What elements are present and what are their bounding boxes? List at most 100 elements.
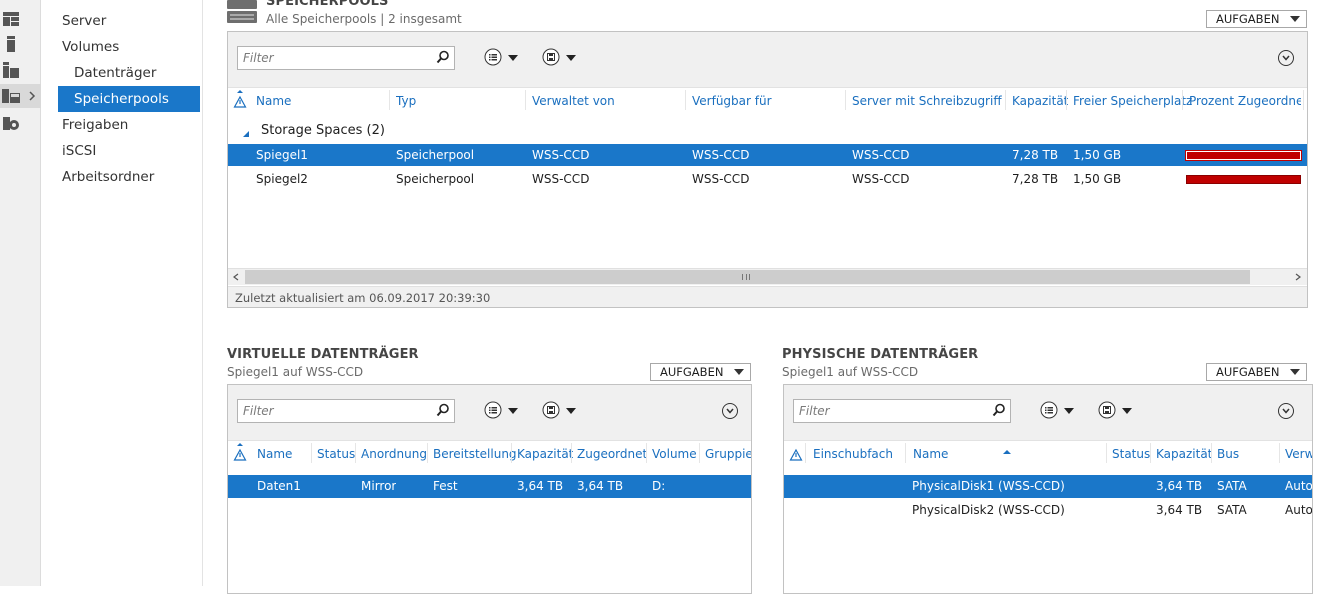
warning-icon[interactable] (233, 443, 247, 468)
virtual-tasks-button[interactable]: AUFGABEN (650, 363, 751, 381)
physical-filter-input[interactable]: Filter (793, 399, 1011, 423)
horizontal-scrollbar[interactable] (228, 268, 1307, 285)
col-header-layout[interactable]: Anordnung (361, 447, 427, 461)
section-subtitle-physical-disks: Spiegel1 auf WSS-CCD (782, 365, 919, 379)
column-divider[interactable] (1279, 443, 1280, 463)
col-header-percent-allocated[interactable]: Prozent Zugeordnet (1189, 94, 1301, 108)
cell-capacity: 3,64 TB (517, 479, 564, 493)
col-header-volume[interactable]: Volume (652, 447, 697, 461)
column-divider[interactable] (1303, 90, 1304, 110)
virtual-save-query-button[interactable] (542, 401, 582, 421)
column-divider[interactable] (1150, 443, 1151, 463)
local-server-icon[interactable] (1, 34, 21, 54)
col-header-capacity[interactable]: Kapazität (517, 447, 573, 461)
column-divider[interactable] (571, 443, 572, 463)
col-header-usage[interactable]: Verw (1285, 447, 1312, 461)
col-header-name[interactable]: Name (913, 447, 948, 461)
physical-save-query-button[interactable] (1098, 401, 1138, 421)
table-row[interactable]: Spiegel2 Speicherpool WSS-CCD WSS-CCD WS… (228, 168, 1307, 190)
column-divider[interactable] (1106, 443, 1107, 463)
nav-item-work-folders[interactable]: Arbeitsordner (62, 164, 154, 190)
search-icon[interactable] (992, 403, 1006, 420)
virtual-filter-input[interactable]: Filter (237, 399, 455, 423)
column-divider[interactable] (646, 443, 647, 463)
cell-write-server: WSS-CCD (852, 172, 910, 186)
virtual-expand-button[interactable] (722, 403, 738, 419)
status-bar: Zuletzt aktualisiert am 06.09.2017 20:39… (228, 286, 1307, 307)
col-header-slot[interactable]: Einschubfach (813, 447, 893, 461)
cell-name: Daten1 (257, 479, 301, 493)
column-divider[interactable] (1005, 90, 1006, 110)
file-storage-services-icon[interactable] (0, 84, 41, 108)
warning-icon[interactable] (789, 443, 803, 468)
col-header-allocated[interactable]: Zugeordnet (577, 447, 647, 461)
col-header-capacity[interactable]: Kapazität (1156, 447, 1212, 461)
pools-save-query-button[interactable] (542, 48, 582, 68)
nav-item-shares[interactable]: Freigaben (62, 112, 128, 138)
table-row[interactable]: Daten1 Mirror Fest 3,64 TB 3,64 TB D: (228, 475, 751, 498)
scroll-right-arrow-icon[interactable] (1292, 271, 1304, 283)
col-header-bus[interactable]: Bus (1217, 447, 1239, 461)
scrollbar-thumb[interactable] (245, 270, 1250, 284)
cell-managed-by: WSS-CCD (532, 172, 590, 186)
col-header-type[interactable]: Typ (396, 94, 416, 108)
physical-tasks-button[interactable]: AUFGABEN (1206, 363, 1307, 381)
column-divider[interactable] (511, 443, 512, 463)
pools-tasks-button[interactable]: AUFGABEN (1206, 10, 1307, 28)
filter-placeholder: Filter (799, 404, 830, 418)
table-row[interactable]: PhysicalDisk1 (WSS-CCD) 3,64 TB SATA Aut… (784, 475, 1312, 498)
pools-view-options-button[interactable] (484, 48, 524, 68)
physical-view-options-button[interactable] (1040, 401, 1080, 421)
search-icon[interactable] (436, 403, 450, 420)
list-options-icon (1040, 401, 1058, 422)
column-divider[interactable] (1066, 90, 1067, 110)
nav-item-storage-pools[interactable]: Speicherpools (58, 86, 200, 112)
section-subtitle-virtual-disks: Spiegel1 auf WSS-CCD (227, 365, 364, 379)
column-divider[interactable] (389, 90, 390, 110)
column-divider[interactable] (905, 443, 906, 463)
column-divider[interactable] (525, 90, 526, 110)
pools-expand-button[interactable] (1278, 50, 1294, 66)
table-row[interactable]: PhysicalDisk2 (WSS-CCD) 3,64 TB SATA Aut… (784, 499, 1312, 522)
cell-managed-by: WSS-CCD (532, 148, 590, 162)
cell-volume: D: (652, 479, 666, 493)
warning-icon[interactable] (233, 90, 247, 115)
column-divider[interactable] (1182, 90, 1183, 110)
virtual-view-options-button[interactable] (484, 401, 524, 421)
table-row[interactable]: Spiegel1 Speicherpool WSS-CCD WSS-CCD WS… (228, 144, 1307, 166)
column-divider[interactable] (699, 443, 700, 463)
col-header-write-server[interactable]: Server mit Schreibzugriff (852, 94, 1002, 108)
col-header-name[interactable]: Name (256, 94, 291, 108)
column-divider[interactable] (845, 90, 846, 110)
column-divider[interactable] (805, 443, 806, 463)
col-header-available-to[interactable]: Verfügbar für (692, 94, 772, 108)
iis-icon[interactable] (1, 113, 21, 133)
chevron-down-icon (726, 408, 734, 414)
search-icon[interactable] (436, 50, 450, 67)
physical-expand-button[interactable] (1278, 403, 1294, 419)
scroll-left-arrow-icon[interactable] (230, 271, 242, 283)
col-header-name[interactable]: Name (257, 447, 292, 461)
col-header-status[interactable]: Status (317, 447, 355, 461)
nav-item-iscsi[interactable]: iSCSI (62, 138, 96, 164)
column-divider[interactable] (1211, 443, 1212, 463)
col-header-provisioning[interactable]: Bereitstellung (433, 447, 517, 461)
group-header-storage-spaces[interactable]: Storage Spaces (2) (261, 123, 385, 138)
section-title-virtual-disks: VIRTUELLE DATENTRÄGER (227, 347, 419, 362)
pools-filter-input[interactable]: Filter (237, 46, 455, 70)
nav-item-volumes[interactable]: Volumes (62, 34, 119, 60)
nav-item-disks[interactable]: Datenträger (74, 60, 156, 86)
col-header-free-space[interactable]: Freier Speicherplatz (1073, 94, 1192, 108)
dashboard-icon[interactable] (1, 9, 21, 29)
column-divider[interactable] (685, 90, 686, 110)
col-header-status[interactable]: Status (1112, 447, 1150, 461)
column-divider[interactable] (311, 443, 312, 463)
col-header-group[interactable]: Gruppier (705, 447, 751, 461)
col-header-managed-by[interactable]: Verwaltet von (532, 94, 615, 108)
col-header-capacity[interactable]: Kapazität (1012, 94, 1068, 108)
all-servers-icon[interactable] (1, 60, 21, 80)
column-divider[interactable] (355, 443, 356, 463)
collapse-group-icon[interactable] (242, 127, 250, 141)
nav-item-server[interactable]: Server (62, 8, 106, 34)
column-divider[interactable] (427, 443, 428, 463)
